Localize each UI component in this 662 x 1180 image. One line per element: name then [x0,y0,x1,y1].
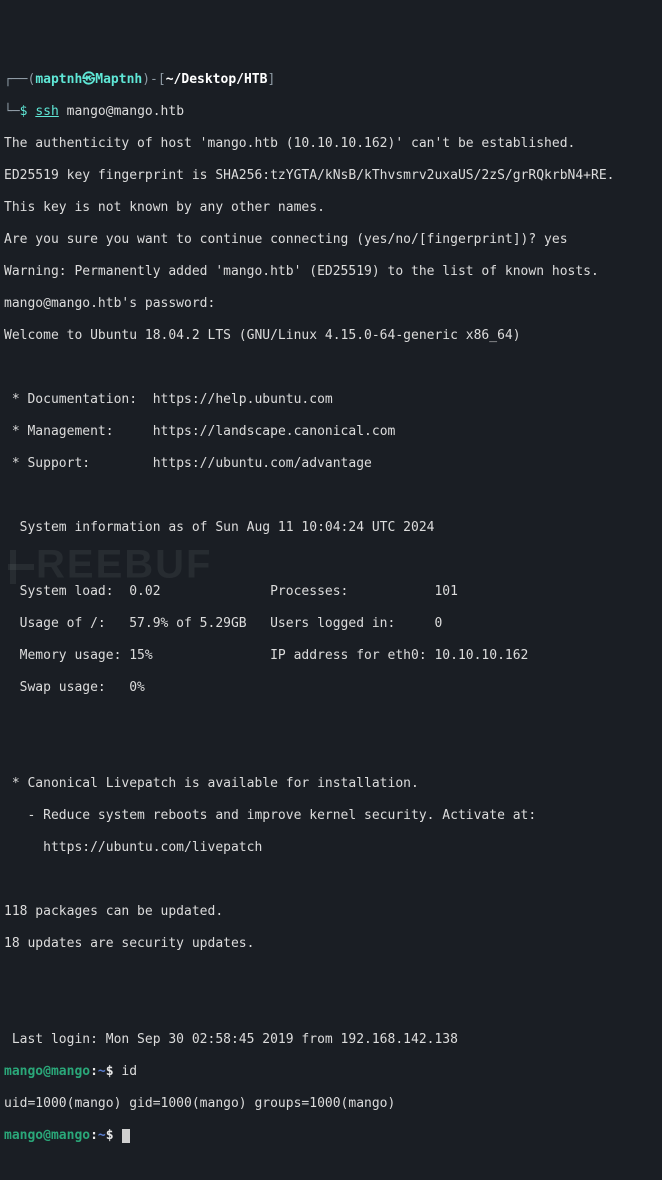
motd-man-label: * Management: [4,424,153,439]
id-output: uid=1000(mango) gid=1000(mango) groups=1… [4,1096,658,1112]
motd-doc-url: https://help.ubuntu.com [153,392,333,407]
prompt3-colon: : [90,1128,98,1143]
ssh-output-line: Are you sure you want to continue connec… [4,232,658,248]
ssh-args: mango@mango.htb [59,104,184,119]
sysinfo-line: System load: 0.02 Processes: 101 [4,584,658,600]
prompt-line-3[interactable]: mango@mango:~$ [4,1128,658,1144]
prompt2-colon: : [90,1064,98,1079]
ssh-command: ssh [35,104,58,119]
blank-line [4,552,658,568]
motd-doc: * Documentation: https://help.ubuntu.com [4,392,658,408]
prompt-path: ~/Desktop/HTB [166,72,268,87]
livepatch-line: - Reduce system reboots and improve kern… [4,808,658,824]
prompt2-user: mango@mango [4,1064,90,1079]
prompt2-path: ~ [98,1064,106,1079]
motd-sup-label: * Support: [4,456,153,471]
last-login: Last login: Mon Sep 30 02:58:45 2019 fro… [4,1032,658,1048]
prompt3-path: ~ [98,1128,106,1143]
blank-line [4,744,658,760]
ssh-output-line: mango@mango.htb's password: [4,296,658,312]
bracket-open: ┌──( [4,72,35,87]
prompt2-dollar: $ [106,1064,122,1079]
motd-management: * Management: https://landscape.canonica… [4,424,658,440]
prompt-arrow: └─ [4,104,20,119]
prompt3-user: mango@mango [4,1128,90,1143]
motd-man-url: https://landscape.canonical.com [153,424,396,439]
bracket-close: ] [267,72,275,87]
prompt-line-1-top: ┌──(maptnh㉿Maptnh)-[~/Desktop/HTB] [4,72,658,88]
updates-line: 118 packages can be updated. [4,904,658,920]
motd-welcome: Welcome to Ubuntu 18.04.2 LTS (GNU/Linux… [4,328,658,344]
blank-line [4,872,658,888]
blank-line [4,968,658,984]
sysinfo-header: System information as of Sun Aug 11 10:0… [4,520,658,536]
ssh-output-line: The authenticity of host 'mango.htb (10.… [4,136,658,152]
updates-line: 18 updates are security updates. [4,936,658,952]
sysinfo-line: Memory usage: 15% IP address for eth0: 1… [4,648,658,664]
prompt-user-host: maptnh㉿Maptnh [35,72,142,87]
ssh-output-line: This key is not known by any other names… [4,200,658,216]
livepatch-url: https://ubuntu.com/livepatch [4,840,658,856]
blank-line [4,1000,658,1016]
motd-support: * Support: https://ubuntu.com/advantage [4,456,658,472]
prompt3-dollar: $ [106,1128,122,1143]
motd-doc-label: * Documentation: [4,392,153,407]
blank-line [4,712,658,728]
sysinfo-line: Usage of /: 57.9% of 5.29GB Users logged… [4,616,658,632]
ssh-output-line: Warning: Permanently added 'mango.htb' (… [4,264,658,280]
cursor-icon [122,1129,130,1143]
prompt-line-2[interactable]: mango@mango:~$ id [4,1064,658,1080]
livepatch-line: * Canonical Livepatch is available for i… [4,776,658,792]
blank-line [4,360,658,376]
ssh-output-line: ED25519 key fingerprint is SHA256:tzYGTA… [4,168,658,184]
prompt-dollar: $ [20,104,36,119]
bracket-mid: )-[ [142,72,165,87]
prompt-line-1-cmd[interactable]: └─$ ssh mango@mango.htb [4,104,658,120]
motd-sup-url: https://ubuntu.com/advantage [153,456,372,471]
sysinfo-line: Swap usage: 0% [4,680,658,696]
id-command: id [121,1064,137,1079]
blank-line [4,488,658,504]
